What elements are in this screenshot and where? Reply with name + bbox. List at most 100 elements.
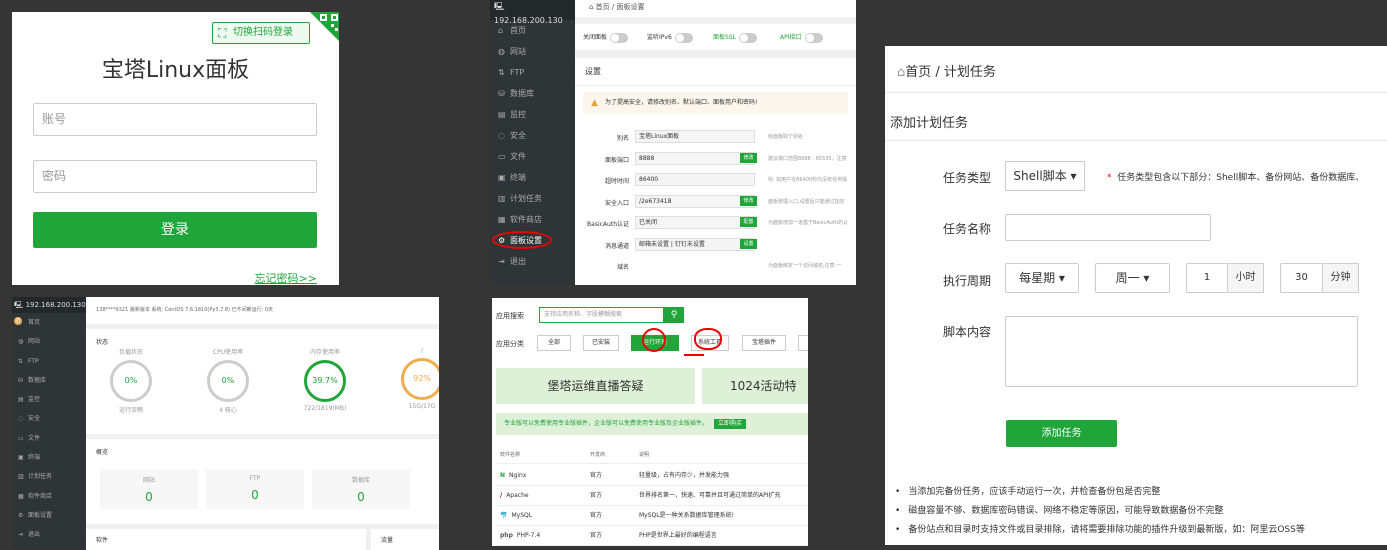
- toggle-ipv6[interactable]: 监听IPv6: [647, 32, 693, 43]
- terminal-icon: ▣: [18, 454, 24, 462]
- store-panel: 应用搜索 支持应用名称、字段模糊搜索 ⚲ 应用分类 全部 已安装 运行环境 系统…: [492, 298, 808, 546]
- security-warning: ▲ 为了提高安全，请修改别名、默认端口、面板用户和密码!: [583, 92, 848, 114]
- annotation-underline: [684, 354, 704, 356]
- cron-panel: ⌂首页 / 计划任务 添加计划任务 任务类型 Shell脚本 ▾ * 任务类型包…: [885, 46, 1387, 545]
- stat-box[interactable]: FTP 0: [206, 469, 304, 509]
- search-button[interactable]: ⚲: [664, 307, 684, 323]
- hour-input[interactable]: 1: [1186, 263, 1228, 293]
- table-row[interactable]: N Nginx 官方 轻量级，占有内存少，并发能力强: [496, 466, 808, 486]
- qr-login-switch[interactable]: ⛶ 切换扫码登录: [212, 22, 310, 44]
- toggle-close-panel[interactable]: 关闭面板: [583, 32, 629, 43]
- sidebar-item[interactable]: ▥ 计划任务: [12, 467, 86, 486]
- sidebar-item[interactable]: ⌂ 首页: [490, 20, 575, 41]
- php-icon: php: [500, 532, 513, 539]
- setting-button[interactable]: 修改: [740, 152, 757, 163]
- minute-input[interactable]: 30: [1280, 263, 1323, 293]
- username-input[interactable]: 账号: [33, 103, 317, 136]
- banner-1024[interactable]: 1024活动特: [702, 368, 808, 404]
- table-row[interactable]: / Apache 官方 世界排名第一，快速、可靠并且可通过简单的API扩充: [496, 486, 808, 506]
- login-button[interactable]: 登录: [33, 212, 317, 248]
- sidebar-item[interactable]: ▭ 文件: [490, 146, 575, 167]
- setting-input[interactable]: 86400: [635, 173, 755, 186]
- sidebar-item[interactable]: ⇥ 退出: [12, 525, 86, 544]
- caret-down-icon: ▾: [1058, 271, 1065, 285]
- sidebar-item[interactable]: ▤ 监控: [490, 104, 575, 125]
- setting-input[interactable]: 宝塔Linux面板: [635, 130, 755, 143]
- annotation-circle: [694, 328, 722, 350]
- sidebar-item[interactable]: ⛁ 数据库: [490, 83, 575, 104]
- toggle-api[interactable]: API接口: [780, 32, 823, 43]
- sidebar-item[interactable]: ◍ 网站: [12, 332, 86, 351]
- table-row[interactable]: php PHP-7.4 官方 PHP是世界上最好的编程语言: [496, 526, 808, 546]
- sidebar-item[interactable]: ⇅ FTP: [12, 352, 86, 371]
- banner-livestream[interactable]: 堡塔运维直播答疑: [496, 368, 695, 404]
- sidebar-item[interactable]: ▥ 计划任务: [490, 188, 575, 209]
- tab-more[interactable]: [798, 335, 808, 351]
- sidebar-item[interactable]: ▭ 文件: [12, 429, 86, 448]
- task-type-select[interactable]: Shell脚本 ▾: [1005, 161, 1085, 191]
- setting-button[interactable]: 配置: [740, 217, 757, 227]
- add-task-button[interactable]: 添加任务: [1006, 420, 1117, 447]
- toggle-bar: 关闭面板 监听IPv6 面板SSL API接口: [575, 24, 856, 50]
- sidebar-item[interactable]: ◌ 安全: [12, 409, 86, 428]
- password-input[interactable]: 密码: [33, 160, 317, 193]
- apache-icon: /: [500, 492, 503, 499]
- annotation-circle: [642, 328, 666, 352]
- server-ip: 🖳 192.168.200.130 0: [12, 297, 86, 325]
- tab-all[interactable]: 全部: [537, 335, 571, 351]
- sidebar-item[interactable]: ⛁ 数据库: [12, 371, 86, 390]
- sidebar-item[interactable]: ▦ 软件商店: [12, 487, 86, 506]
- tab-installed[interactable]: 已安装: [583, 335, 619, 351]
- gauge[interactable]: /92% 15G/17G: [387, 347, 439, 410]
- gauge-circle: 92%: [401, 358, 439, 400]
- annotation-circle: [492, 231, 552, 249]
- logout-icon: ⇥: [18, 531, 24, 539]
- caret-down-icon: ▾: [1143, 271, 1150, 285]
- setting-input[interactable]: /2e673418: [635, 194, 755, 208]
- task-type-label: 任务类型: [942, 171, 991, 185]
- setting-button[interactable]: 修改: [740, 195, 757, 206]
- monitor-icon: ▤: [18, 396, 24, 404]
- period-select[interactable]: 每星期 ▾: [1005, 263, 1079, 293]
- gauge[interactable]: 负载状态 0% 运行流畅: [96, 347, 166, 414]
- tab-bt-plugins[interactable]: 宝塔插件: [742, 335, 786, 351]
- sidebar-item[interactable]: ⚙ 面板设置: [12, 506, 86, 525]
- sidebar-item[interactable]: ⇥ 退出: [490, 251, 575, 272]
- task-name-input[interactable]: [1005, 214, 1211, 241]
- pro-promo: 专业版可以免费使用专业版插件，企业版可以免费使用专业版及企业版插件。 立即购买: [496, 413, 808, 435]
- buy-button[interactable]: 立即购买: [714, 419, 747, 429]
- sidebar-item[interactable]: ⌂ 首页: [12, 313, 86, 332]
- sidebar-item[interactable]: ▣ 终端: [490, 167, 575, 188]
- sidebar-item[interactable]: ▤ 监控: [12, 390, 86, 409]
- sidebar-item[interactable]: ⇅ FTP: [490, 62, 575, 83]
- login-title: 宝塔Linux面板: [101, 58, 250, 83]
- stat-box[interactable]: 网站 0: [100, 469, 198, 509]
- folder-icon: ▭: [18, 434, 24, 442]
- setting-input[interactable]: 邮箱未设置 | 钉钉未设置: [635, 237, 755, 251]
- setting-row: BasicAuth认证 已关闭 配置 为面板增加一道基于BasicAuth的认: [575, 214, 856, 232]
- weekday-select[interactable]: 周一 ▾: [1095, 263, 1170, 293]
- setting-button[interactable]: 设置: [740, 238, 757, 249]
- overview-title: 概览: [96, 449, 109, 456]
- script-textarea[interactable]: [1005, 316, 1358, 387]
- sidebar-item[interactable]: ◍ 网站: [490, 41, 575, 62]
- sidebar-item[interactable]: ▣ 终端: [12, 448, 86, 467]
- breadcrumb: ⌂ 首页 / 面板设置: [575, 0, 856, 17]
- settings-panel: 🖳 192.168.200.130 ⌂ 首页 ◍ 网站 ⇅ FTP ⛁ 数据库 ▤ 监控 ◌ 安全 ▭ 文…: [490, 0, 856, 285]
- search-input[interactable]: 支持应用名称、字段模糊搜索: [539, 307, 664, 323]
- sidebar-item[interactable]: ⚙ 面板设置: [490, 230, 575, 251]
- toggle-ssl[interactable]: 面板SSL: [713, 32, 757, 43]
- setting-row: 别名 宝塔Linux面板 给面板取个别名: [575, 128, 856, 146]
- breadcrumb: ⌂首页 / 计划任务: [897, 65, 996, 80]
- setting-input[interactable]: 已关闭: [635, 216, 755, 229]
- setting-input[interactable]: 8888: [635, 151, 755, 165]
- sidebar-item[interactable]: ◌ 安全: [490, 125, 575, 146]
- status-card: 状态 负载状态 0% 运行流畅 CPU使用率 0% 4 核心 内存使用率 39.7% 722/1…: [86, 329, 439, 434]
- sidebar-item[interactable]: ▦ 软件商店: [490, 209, 575, 230]
- table-row[interactable]: 🐬 MySQL 官方 MySQL是一种关系数据库管理系统!: [496, 506, 808, 526]
- gauge[interactable]: CPU使用率 0% 4 核心: [193, 347, 263, 414]
- forgot-password-link[interactable]: 忘记密码>>: [255, 270, 317, 285]
- stat-box[interactable]: 数据库 0: [312, 469, 410, 509]
- gauge[interactable]: 内存使用率 39.7% 722/1819(MB): [290, 347, 360, 412]
- qr-code-icon[interactable]: [310, 12, 339, 42]
